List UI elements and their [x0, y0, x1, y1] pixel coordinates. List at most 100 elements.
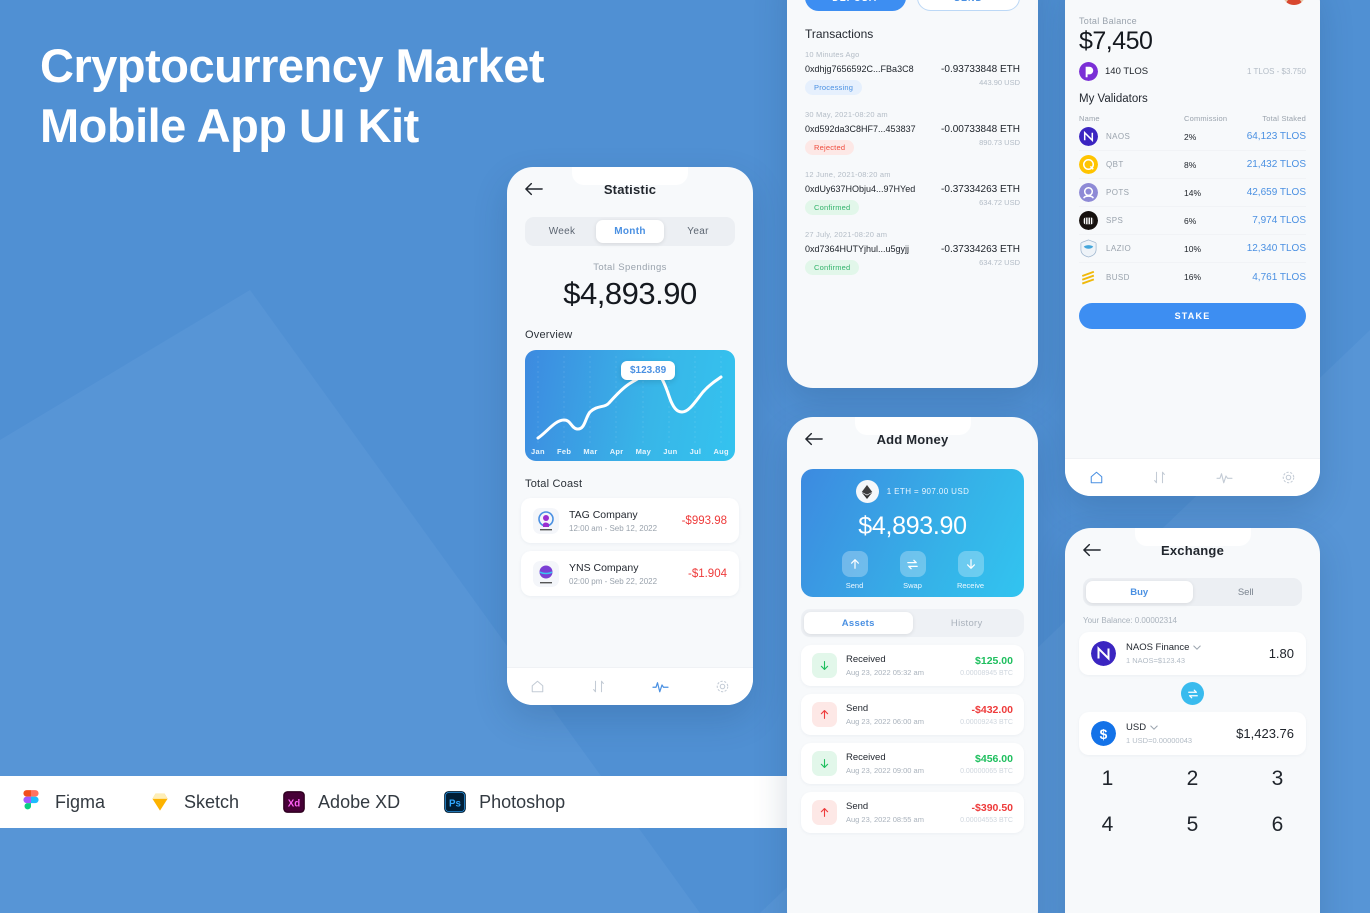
- key-4[interactable]: 4: [1065, 813, 1150, 837]
- list-item[interactable]: TAG Company 12:00 am - Seb 12, 2022 -$99…: [521, 498, 739, 543]
- to-info: USD 1 USD=0.00000043: [1126, 722, 1236, 745]
- activity-icon[interactable]: [652, 679, 669, 694]
- segment-year[interactable]: Year: [664, 220, 732, 243]
- tag-company-logo-icon: [533, 507, 559, 534]
- segment-month[interactable]: Month: [596, 220, 664, 243]
- table-row[interactable]: POTS 14% 42,659 TLOS: [1079, 179, 1306, 207]
- send-action[interactable]: Send: [833, 551, 877, 590]
- settings-icon[interactable]: [1281, 470, 1296, 485]
- tx-left: 0xdhjg7656592C...FBa3C8 Processing: [805, 64, 914, 95]
- key-6[interactable]: 6: [1235, 813, 1320, 837]
- asset-values: -$432.00 0.00009243 BTC: [960, 704, 1013, 726]
- transfer-icon[interactable]: [1152, 470, 1167, 485]
- tx-usd-amount: 634.72 USD: [979, 258, 1020, 267]
- tx-date: 12 June, 2021-08:20 am: [805, 170, 891, 179]
- home-icon[interactable]: [1089, 470, 1104, 485]
- key-3[interactable]: 3: [1235, 767, 1320, 791]
- to-name: USD: [1126, 722, 1147, 733]
- status-badge: Confirmed: [805, 200, 860, 215]
- validator-commission: 8%: [1184, 159, 1197, 170]
- qbt-icon: [1079, 155, 1098, 174]
- table-row[interactable]: LAZIO 10% 12,340 TLOS: [1079, 235, 1306, 263]
- list-item[interactable]: Send Aug 23, 2022 06:00 am -$432.00 0.00…: [801, 694, 1024, 735]
- arrow-up-icon: [812, 702, 837, 727]
- stake-button[interactable]: STAKE: [1079, 303, 1306, 329]
- cost-name: TAG Company: [569, 508, 638, 521]
- tab-assets[interactable]: Assets: [804, 612, 913, 634]
- table-row[interactable]: BUSD 16% 4,761 TLOS: [1079, 263, 1306, 291]
- tab-sell[interactable]: Sell: [1193, 581, 1300, 603]
- asset-amount: $456.00: [975, 752, 1013, 765]
- activity-icon[interactable]: [1216, 470, 1233, 485]
- period-segmented-control[interactable]: Week Month Year: [525, 217, 735, 246]
- overview-chart: $123.89 Jan Feb Mar Apr May Jun Jul Aug: [525, 350, 735, 461]
- back-arrow-icon[interactable]: [525, 182, 543, 196]
- transfer-icon[interactable]: [591, 679, 606, 694]
- deposit-button[interactable]: DEPOSIT: [805, 0, 906, 11]
- assets-history-tabs[interactable]: Assets History: [801, 609, 1024, 637]
- svg-text:Xd: Xd: [288, 798, 301, 809]
- asset-values: $456.00 0.00000065 BTC: [960, 753, 1013, 775]
- key-2[interactable]: 2: [1150, 767, 1235, 791]
- home-icon[interactable]: [530, 679, 545, 694]
- settings-icon[interactable]: [715, 679, 730, 694]
- adobe-xd-icon: Xd: [283, 791, 305, 813]
- eth-rate-text: 1 ETH = 907.00 USD: [886, 487, 970, 496]
- asset-info: Send Aug 23, 2022 06:00 am: [846, 703, 960, 726]
- validator-commission: 10%: [1184, 243, 1202, 254]
- back-arrow-icon[interactable]: [805, 432, 823, 446]
- segment-week[interactable]: Week: [528, 220, 596, 243]
- avatar[interactable]: [1282, 0, 1306, 5]
- tx-left: 0xd592da3C8HF7...453837 Rejected: [805, 124, 916, 155]
- cost-amount: -$1.904: [687, 567, 727, 580]
- chart-tooltip: $123.89: [621, 361, 676, 380]
- swap-action[interactable]: Swap: [891, 551, 935, 590]
- receive-action[interactable]: Receive: [949, 551, 993, 590]
- eth-amount: $4,893.90: [858, 512, 967, 540]
- tx-main: 0xdUy637HObju4...97HYed Confirmed -0.373…: [805, 184, 1020, 215]
- table-row[interactable]: 10 Minutes Ago 0xdhjg7656592C...FBa3C8 P…: [787, 41, 1038, 101]
- table-row[interactable]: 12 June, 2021-08:20 am 0xdUy637HObju4...…: [787, 161, 1038, 221]
- chevron-down-icon[interactable]: [1150, 724, 1158, 731]
- eth-actions: Send Swap Receive: [801, 551, 1024, 590]
- phone-screen-home: Home Total Balance $7,450 140 TLOS 1 TLO…: [1065, 0, 1320, 496]
- swap-circle-icon[interactable]: [1181, 682, 1204, 705]
- send-button[interactable]: SEND: [917, 0, 1020, 11]
- phone-screen-exchange: Exchange Buy Sell Your Balance: 0.000023…: [1065, 528, 1320, 913]
- tab-buy[interactable]: Buy: [1086, 581, 1193, 603]
- table-row[interactable]: 27 July, 2021-08:20 am 0xd7364HUTYjhul..…: [787, 221, 1038, 281]
- x-tick: Aug: [713, 447, 729, 456]
- exchange-from-row[interactable]: NAOS Finance 1 NAOS=$123.43 1.80: [1079, 632, 1306, 675]
- eth-rate-row: 1 ETH = 907.00 USD: [801, 480, 1024, 503]
- table-row[interactable]: SPS 6% 7,974 TLOS: [1079, 207, 1306, 235]
- asset-values: -$390.50 0.00004553 BTC: [960, 802, 1013, 824]
- x-tick: Apr: [609, 447, 624, 456]
- chevron-down-icon[interactable]: [1193, 644, 1202, 651]
- list-item[interactable]: YNS Company 02:00 pm - Seb 22, 2022 -$1.…: [521, 551, 739, 596]
- key-5[interactable]: 5: [1150, 813, 1235, 837]
- list-item[interactable]: Received Aug 23, 2022 05:32 am $125.00 0…: [801, 645, 1024, 686]
- from-value-input[interactable]: 1.80: [1269, 646, 1294, 661]
- back-arrow-icon[interactable]: [1083, 543, 1101, 557]
- tlos-coin-icon: [1079, 62, 1098, 81]
- tab-history[interactable]: History: [913, 612, 1022, 634]
- to-value-input[interactable]: $1,423.76: [1236, 726, 1294, 741]
- exchange-to-row[interactable]: $ USD 1 USD=0.00000043 $1,423.76: [1079, 712, 1306, 755]
- buy-sell-tabs[interactable]: Buy Sell: [1083, 578, 1302, 606]
- list-item[interactable]: Received Aug 23, 2022 09:00 am $456.00 0…: [801, 743, 1024, 784]
- tx-usd-amount: 634.72 USD: [979, 198, 1020, 207]
- phone-notch: [572, 167, 688, 185]
- table-row[interactable]: QBT 8% 21,432 TLOS: [1079, 151, 1306, 179]
- tx-right: -0.37334263 ETH 634.72 USD: [941, 184, 1020, 207]
- your-balance: Your Balance: 0.00002314: [1083, 616, 1178, 625]
- svg-text:$: $: [1100, 727, 1108, 742]
- home-header: Home: [1065, 0, 1320, 10]
- list-item[interactable]: Send Aug 23, 2022 08:55 am -$390.50 0.00…: [801, 792, 1024, 833]
- tx-right: -0.00733848 ETH 890.73 USD: [941, 124, 1020, 147]
- table-row[interactable]: NAOS 2% 64,123 TLOS: [1079, 123, 1306, 151]
- hero-line-1: Cryptocurrency Market: [40, 39, 545, 92]
- key-1[interactable]: 1: [1065, 767, 1150, 791]
- asset-type: Received: [846, 752, 886, 763]
- table-row[interactable]: 30 May, 2021-08:20 am 0xd592da3C8HF7...4…: [787, 101, 1038, 161]
- sps-icon: [1079, 211, 1098, 230]
